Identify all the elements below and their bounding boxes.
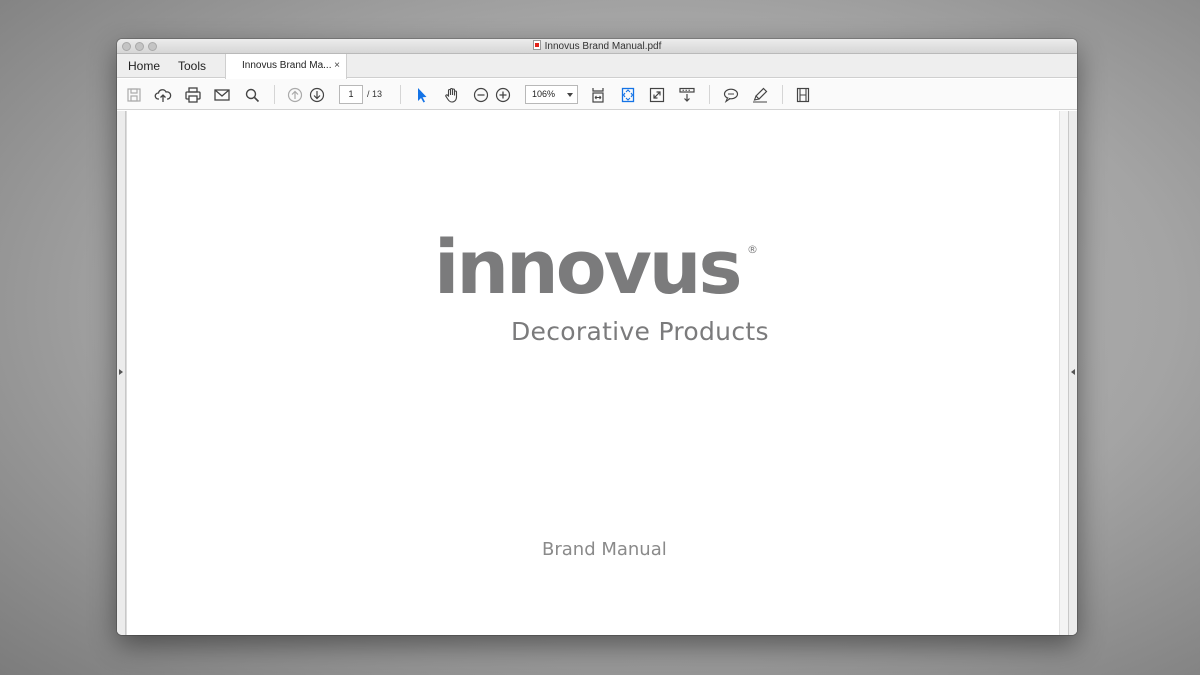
scroll-mode-button[interactable] xyxy=(677,85,697,105)
registered-mark: ® xyxy=(747,243,758,256)
page-thumbnails-button[interactable] xyxy=(793,85,813,105)
highlight-icon xyxy=(753,87,768,103)
zoom-in-icon xyxy=(495,87,511,103)
search-icon xyxy=(245,88,260,103)
brand-logo-wordmark: innovus xyxy=(434,225,743,311)
zoom-out-button[interactable] xyxy=(471,85,491,105)
document-tab-label: Innovus Brand Ma... xyxy=(242,60,332,71)
zoom-in-button[interactable] xyxy=(493,85,513,105)
upload-cloud-icon xyxy=(154,89,172,102)
print-button[interactable] xyxy=(183,85,203,105)
upload-button[interactable] xyxy=(153,85,173,105)
acrobat-window: Innovus Brand Manual.pdf Home Tools Inno… xyxy=(117,39,1077,635)
select-tool-button[interactable] xyxy=(412,85,432,105)
fit-width-button[interactable] xyxy=(588,85,608,105)
fit-page-icon xyxy=(621,87,635,103)
next-page-icon xyxy=(309,87,325,103)
tab-home[interactable]: Home xyxy=(128,54,160,78)
vertical-scrollbar[interactable] xyxy=(1059,111,1068,635)
zoom-select[interactable]: 106% xyxy=(525,85,578,104)
find-button[interactable] xyxy=(242,85,262,105)
window-title-area: Innovus Brand Manual.pdf xyxy=(117,40,1077,53)
toolbar-separator xyxy=(274,85,275,104)
document-viewer[interactable]: innovus ® Decorative Products Brand Manu… xyxy=(117,111,1077,635)
filmstrip-icon xyxy=(796,87,810,103)
pdf-file-icon xyxy=(532,40,541,50)
hand-icon xyxy=(445,87,458,103)
scroll-mode-icon xyxy=(679,87,695,102)
save-icon xyxy=(127,88,141,102)
left-panel-toggle[interactable] xyxy=(117,111,126,635)
tab-bar: Home Tools Innovus Brand Ma... × xyxy=(117,54,1077,79)
hand-tool-button[interactable] xyxy=(442,85,462,105)
toolbar-separator xyxy=(782,85,783,104)
comment-icon xyxy=(723,88,739,104)
window-title: Innovus Brand Manual.pdf xyxy=(544,41,662,52)
save-button[interactable] xyxy=(124,85,144,105)
zoom-value: 106% xyxy=(532,89,556,99)
comment-button[interactable] xyxy=(721,85,741,105)
next-page-button[interactable] xyxy=(307,85,327,105)
toolbar-separator xyxy=(400,85,401,104)
expand-right-icon xyxy=(119,369,123,375)
toolbar-separator xyxy=(709,85,710,104)
print-icon xyxy=(185,87,201,103)
page-total: / 13 xyxy=(367,89,383,99)
toolbar: 1 / 13 106% xyxy=(117,79,1077,110)
document-title: Brand Manual xyxy=(542,539,667,560)
close-tab-icon[interactable]: × xyxy=(334,54,340,78)
brand-logo-subtitle: Decorative Products xyxy=(511,317,769,346)
zoom-out-icon xyxy=(473,87,489,103)
pdf-page: innovus ® Decorative Products Brand Manu… xyxy=(127,111,1059,635)
fit-page-button[interactable] xyxy=(618,85,638,105)
right-panel-toggle[interactable] xyxy=(1068,111,1077,635)
select-pointer-icon xyxy=(418,88,427,103)
fullscreen-button[interactable] xyxy=(647,85,667,105)
highlight-button[interactable] xyxy=(750,85,770,105)
email-button[interactable] xyxy=(212,85,232,105)
chevron-down-icon xyxy=(567,93,573,97)
page-number-input[interactable]: 1 xyxy=(339,85,363,104)
fullscreen-icon xyxy=(649,87,665,103)
previous-page-icon xyxy=(287,87,303,103)
expand-left-icon xyxy=(1071,369,1075,375)
email-icon xyxy=(214,89,230,101)
tab-tools[interactable]: Tools xyxy=(178,54,206,78)
title-bar: Innovus Brand Manual.pdf xyxy=(117,39,1077,54)
fit-width-icon xyxy=(592,88,604,103)
tab-document[interactable]: Innovus Brand Ma... × xyxy=(225,54,347,79)
previous-page-button[interactable] xyxy=(285,85,305,105)
